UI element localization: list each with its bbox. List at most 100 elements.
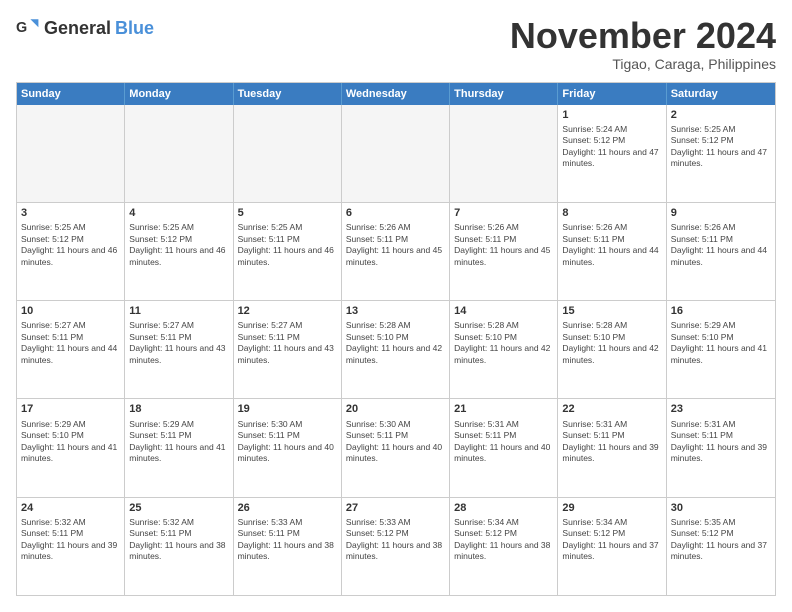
calendar-cell: 18Sunrise: 5:29 AMSunset: 5:11 PMDayligh… bbox=[125, 399, 233, 496]
day-info: Sunrise: 5:27 AMSunset: 5:11 PMDaylight:… bbox=[129, 320, 228, 366]
day-number: 13 bbox=[346, 304, 445, 318]
header-saturday: Saturday bbox=[667, 83, 775, 105]
week-row-2: 3Sunrise: 5:25 AMSunset: 5:12 PMDaylight… bbox=[17, 202, 775, 300]
svg-text:G: G bbox=[16, 20, 27, 36]
calendar-cell: 23 Sunrise: 5:31 AMSunset: 5:11 PMDayligh… bbox=[667, 399, 775, 496]
week-row-4: 17 Sunrise: 5:29 AMSunset: 5:10 PMDayligh… bbox=[17, 398, 775, 496]
calendar-cell bbox=[125, 105, 233, 202]
calendar-cell: 19Sunrise: 5:30 AMSunset: 5:11 PMDayligh… bbox=[234, 399, 342, 496]
calendar-cell: 20 Sunrise: 5:30 AMSunset: 5:11 PMDayligh… bbox=[342, 399, 450, 496]
day-number: 17 bbox=[21, 402, 120, 416]
day-number: 2 bbox=[671, 108, 771, 122]
day-number: 25 bbox=[129, 501, 228, 515]
day-info: Sunrise: 5:25 AMSunset: 5:11 PMDaylight:… bbox=[238, 222, 337, 268]
day-info: Sunrise: 5:35 AMSunset: 5:12 PMDaylight:… bbox=[671, 517, 771, 563]
day-info: Sunrise: 5:31 AMSunset: 5:11 PMDaylight:… bbox=[562, 419, 661, 465]
calendar-cell: 9Sunrise: 5:26 AMSunset: 5:11 PMDaylight… bbox=[667, 203, 775, 300]
day-number: 12 bbox=[238, 304, 337, 318]
calendar-cell: 30Sunrise: 5:35 AMSunset: 5:12 PMDayligh… bbox=[667, 498, 775, 595]
day-number: 20 bbox=[346, 402, 445, 416]
header: G General Blue November 2024 Tigao, Cara… bbox=[16, 16, 776, 72]
calendar-cell: 6 Sunrise: 5:26 AMSunset: 5:11 PMDaylight… bbox=[342, 203, 450, 300]
day-info: Sunrise: 5:28 AMSunset: 5:10 PMDaylight:… bbox=[562, 320, 661, 366]
calendar-cell: 7 Sunrise: 5:26 AMSunset: 5:11 PMDaylight… bbox=[450, 203, 558, 300]
day-number: 24 bbox=[21, 501, 120, 515]
day-number: 23 bbox=[671, 402, 771, 416]
day-number: 4 bbox=[129, 206, 228, 220]
logo: G General Blue bbox=[16, 16, 154, 40]
calendar-body: 1 Sunrise: 5:24 AMSunset: 5:12 PMDaylight… bbox=[17, 105, 775, 595]
day-number: 19 bbox=[238, 402, 337, 416]
day-info: Sunrise: 5:27 AMSunset: 5:11 PMDaylight:… bbox=[21, 320, 120, 366]
day-number: 10 bbox=[21, 304, 120, 318]
calendar-cell: 1 Sunrise: 5:24 AMSunset: 5:12 PMDaylight… bbox=[558, 105, 666, 202]
calendar-cell: 13 Sunrise: 5:28 AMSunset: 5:10 PMDayligh… bbox=[342, 301, 450, 398]
calendar-cell: 27 Sunrise: 5:33 AMSunset: 5:12 PMDayligh… bbox=[342, 498, 450, 595]
day-number: 6 bbox=[346, 206, 445, 220]
calendar-cell: 11 Sunrise: 5:27 AMSunset: 5:11 PMDayligh… bbox=[125, 301, 233, 398]
calendar-cell: 4Sunrise: 5:25 AMSunset: 5:12 PMDaylight… bbox=[125, 203, 233, 300]
day-number: 14 bbox=[454, 304, 553, 318]
day-number: 1 bbox=[562, 108, 661, 122]
day-info: Sunrise: 5:28 AMSunset: 5:10 PMDaylight:… bbox=[346, 320, 445, 366]
day-number: 29 bbox=[562, 501, 661, 515]
day-info: Sunrise: 5:34 AMSunset: 5:12 PMDaylight:… bbox=[562, 517, 661, 563]
day-number: 28 bbox=[454, 501, 553, 515]
day-number: 27 bbox=[346, 501, 445, 515]
calendar-header: Sunday Monday Tuesday Wednesday Thursday… bbox=[17, 83, 775, 105]
calendar-cell: 14Sunrise: 5:28 AMSunset: 5:10 PMDayligh… bbox=[450, 301, 558, 398]
day-number: 3 bbox=[21, 206, 120, 220]
calendar-cell: 17 Sunrise: 5:29 AMSunset: 5:10 PMDayligh… bbox=[17, 399, 125, 496]
calendar-cell: 22 Sunrise: 5:31 AMSunset: 5:11 PMDayligh… bbox=[558, 399, 666, 496]
calendar-cell: 10 Sunrise: 5:27 AMSunset: 5:11 PMDayligh… bbox=[17, 301, 125, 398]
calendar-cell bbox=[234, 105, 342, 202]
day-info: Sunrise: 5:33 AMSunset: 5:11 PMDaylight:… bbox=[238, 517, 337, 563]
day-info: Sunrise: 5:26 AMSunset: 5:11 PMDaylight:… bbox=[346, 222, 445, 268]
day-info: Sunrise: 5:26 AMSunset: 5:11 PMDaylight:… bbox=[454, 222, 553, 268]
day-info: Sunrise: 5:27 AMSunset: 5:11 PMDaylight:… bbox=[238, 320, 337, 366]
calendar: Sunday Monday Tuesday Wednesday Thursday… bbox=[16, 82, 776, 596]
calendar-cell: 2 Sunrise: 5:25 AMSunset: 5:12 PMDaylight… bbox=[667, 105, 775, 202]
week-row-5: 24 Sunrise: 5:32 AMSunset: 5:11 PMDayligh… bbox=[17, 497, 775, 595]
header-tuesday: Tuesday bbox=[234, 83, 342, 105]
day-number: 15 bbox=[562, 304, 661, 318]
logo-text-blue: Blue bbox=[115, 18, 154, 39]
generalblue-logo-icon: G bbox=[16, 16, 40, 40]
day-number: 22 bbox=[562, 402, 661, 416]
calendar-cell: 5 Sunrise: 5:25 AMSunset: 5:11 PMDaylight… bbox=[234, 203, 342, 300]
month-title: November 2024 bbox=[510, 16, 776, 56]
day-info: Sunrise: 5:32 AMSunset: 5:11 PMDaylight:… bbox=[129, 517, 228, 563]
header-sunday: Sunday bbox=[17, 83, 125, 105]
week-row-3: 10 Sunrise: 5:27 AMSunset: 5:11 PMDayligh… bbox=[17, 300, 775, 398]
header-wednesday: Wednesday bbox=[342, 83, 450, 105]
logo-text-general: General bbox=[44, 18, 111, 39]
day-number: 8 bbox=[562, 206, 661, 220]
day-info: Sunrise: 5:26 AMSunset: 5:11 PMDaylight:… bbox=[562, 222, 661, 268]
day-number: 11 bbox=[129, 304, 228, 318]
day-info: Sunrise: 5:29 AMSunset: 5:10 PMDaylight:… bbox=[671, 320, 771, 366]
header-friday: Friday bbox=[558, 83, 666, 105]
day-number: 7 bbox=[454, 206, 553, 220]
day-info: Sunrise: 5:31 AMSunset: 5:11 PMDaylight:… bbox=[671, 419, 771, 465]
page: G General Blue November 2024 Tigao, Cara… bbox=[0, 0, 792, 612]
day-info: Sunrise: 5:33 AMSunset: 5:12 PMDaylight:… bbox=[346, 517, 445, 563]
header-thursday: Thursday bbox=[450, 83, 558, 105]
calendar-cell: 8 Sunrise: 5:26 AMSunset: 5:11 PMDaylight… bbox=[558, 203, 666, 300]
day-info: Sunrise: 5:24 AMSunset: 5:12 PMDaylight:… bbox=[562, 124, 661, 170]
day-info: Sunrise: 5:30 AMSunset: 5:11 PMDaylight:… bbox=[346, 419, 445, 465]
logo-area: G General Blue bbox=[16, 16, 154, 40]
day-number: 5 bbox=[238, 206, 337, 220]
day-info: Sunrise: 5:34 AMSunset: 5:12 PMDaylight:… bbox=[454, 517, 553, 563]
calendar-cell: 26 Sunrise: 5:33 AMSunset: 5:11 PMDayligh… bbox=[234, 498, 342, 595]
calendar-cell: 28 Sunrise: 5:34 AMSunset: 5:12 PMDayligh… bbox=[450, 498, 558, 595]
day-number: 9 bbox=[671, 206, 771, 220]
calendar-cell bbox=[342, 105, 450, 202]
day-info: Sunrise: 5:31 AMSunset: 5:11 PMDaylight:… bbox=[454, 419, 553, 465]
calendar-cell bbox=[17, 105, 125, 202]
day-number: 26 bbox=[238, 501, 337, 515]
day-info: Sunrise: 5:29 AMSunset: 5:10 PMDaylight:… bbox=[21, 419, 120, 465]
location: Tigao, Caraga, Philippines bbox=[510, 56, 776, 72]
calendar-cell: 25 Sunrise: 5:32 AMSunset: 5:11 PMDayligh… bbox=[125, 498, 233, 595]
calendar-cell: 15 Sunrise: 5:28 AMSunset: 5:10 PMDayligh… bbox=[558, 301, 666, 398]
day-info: Sunrise: 5:25 AMSunset: 5:12 PMDaylight:… bbox=[671, 124, 771, 170]
